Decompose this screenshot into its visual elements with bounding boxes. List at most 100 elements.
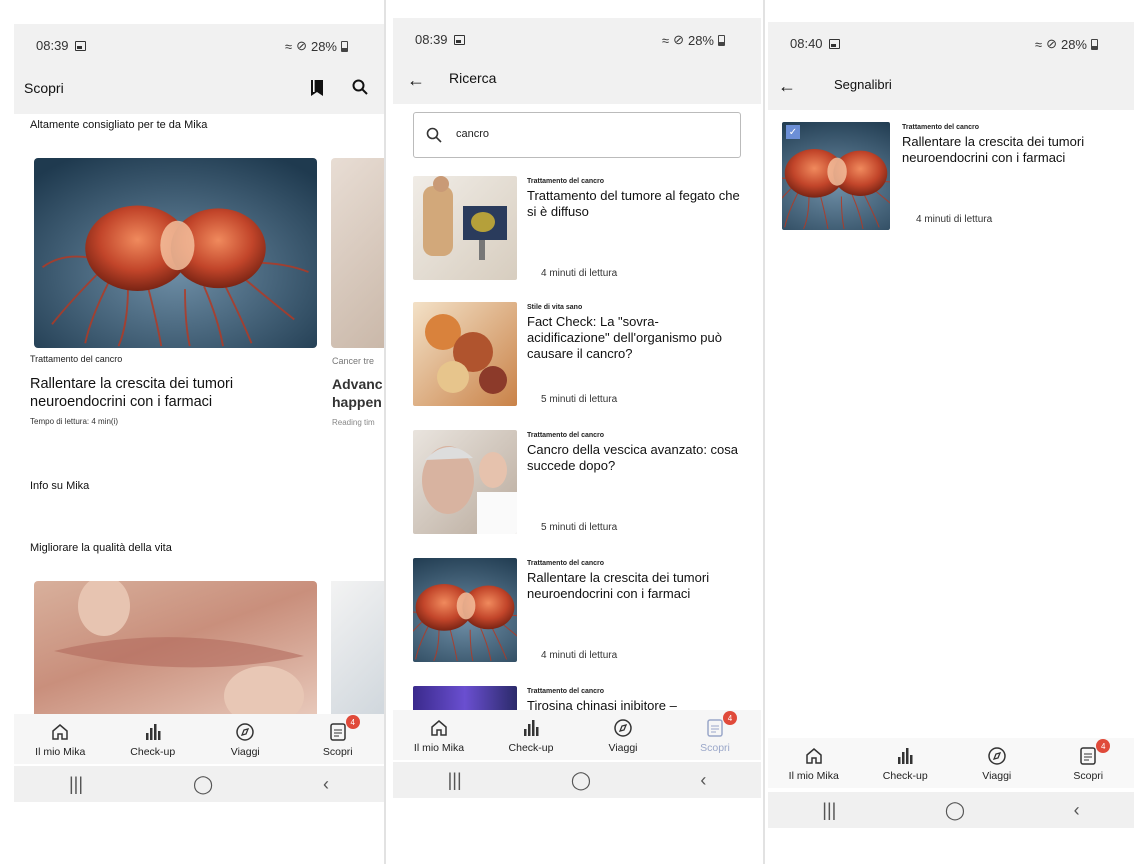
- recent-apps-icon[interactable]: |||: [822, 800, 836, 821]
- nav-item-travel[interactable]: Viaggi: [583, 717, 663, 754]
- status-time: 08:39: [36, 38, 69, 53]
- nav-label: Il mio Mika: [788, 770, 839, 782]
- home-button-icon[interactable]: ◯: [193, 774, 213, 795]
- gallery-icon: [828, 38, 840, 49]
- card-category: Cancer tre: [332, 356, 375, 366]
- nav-label: Scopri: [322, 746, 353, 758]
- nav-item-discover[interactable]: 4 Scopri: [675, 711, 755, 754]
- card-image: [34, 158, 317, 348]
- header: Scopri: [14, 64, 384, 114]
- search-input[interactable]: cancro: [456, 128, 489, 140]
- article-thumbnail: [413, 430, 517, 534]
- article-category: Trattamento del cancro: [527, 688, 605, 695]
- card-image: [331, 158, 384, 348]
- card-category: Trattamento del cancro: [30, 354, 123, 364]
- article-category: Trattamento del cancro: [527, 178, 605, 185]
- search-field[interactable]: cancro: [413, 112, 741, 158]
- notification-badge: 4: [345, 715, 360, 729]
- back-icon[interactable]: ‹: [323, 774, 329, 795]
- nav-item-home[interactable]: Il mio Mika: [774, 745, 854, 782]
- header: ← Segnalibri: [768, 62, 1134, 110]
- back-icon[interactable]: ‹: [700, 770, 706, 791]
- wifi-icon: ≈: [1034, 36, 1043, 52]
- card-title-line: happen: [332, 394, 382, 410]
- screen-search: 08:39 ≈ ⊘ 28% ← Ricerca cancro Trattamen…: [393, 18, 761, 808]
- nav-label: Check-up: [882, 770, 928, 782]
- list-item[interactable]: Trattamento del cancro Rallentare la cre…: [393, 558, 761, 676]
- section-title: Info su Mika: [30, 480, 90, 492]
- compass-icon: [613, 717, 633, 739]
- bookmarked-article[interactable]: ✓ Trattamento del cancro Rallentare la c…: [768, 122, 1134, 240]
- section-title: Altamente consigliato per te da Mika: [30, 119, 208, 131]
- nav-label: Il mio Mika: [35, 746, 86, 758]
- nav-item-travel[interactable]: Viaggi: [205, 721, 285, 758]
- document-icon: [706, 717, 724, 739]
- battery-icon: [718, 34, 725, 46]
- article-thumbnail: [413, 558, 517, 662]
- article-title: Rallentare la crescita dei tumori neuroe…: [527, 570, 710, 601]
- list-item[interactable]: Trattamento del cancro Cancro della vesc…: [393, 430, 761, 548]
- article-reading-time: 4 minuti di lettura: [541, 268, 618, 279]
- article-title: Rallentare la crescita dei tumori neuroe…: [902, 134, 1085, 165]
- system-nav-bar: ||| ◯ ‹: [393, 762, 761, 798]
- status-bar: 08:40 ≈ ⊘ 28%: [768, 22, 1134, 62]
- recent-apps-icon[interactable]: |||: [69, 774, 83, 795]
- article-category: Trattamento del cancro: [527, 560, 605, 567]
- nav-item-home[interactable]: Il mio Mika: [399, 717, 479, 754]
- nav-label: Viaggi: [230, 746, 260, 758]
- nav-label: Check-up: [508, 742, 554, 754]
- document-icon: [1079, 745, 1097, 767]
- nav-item-checkup[interactable]: Check-up: [113, 721, 193, 758]
- article-reading-time: 5 minuti di lettura: [541, 522, 618, 533]
- article-reading-time: 4 minuti di lettura: [916, 214, 993, 225]
- search-icon: [426, 127, 442, 148]
- featured-card[interactable]: Trattamento del cancro Rallentare la cre…: [30, 158, 320, 438]
- home-button-icon[interactable]: ◯: [571, 770, 591, 791]
- home-button-icon[interactable]: ◯: [945, 800, 965, 821]
- header: ← Ricerca: [393, 54, 761, 104]
- screen-bookmarks: 08:40 ≈ ⊘ 28% ← Segnalibri ✓ Trattamento…: [768, 22, 1134, 838]
- wifi-icon: ≈: [284, 38, 293, 54]
- system-nav-bar: ||| ◯ ‹: [14, 766, 384, 802]
- nav-item-discover[interactable]: 4 Scopri: [1048, 739, 1128, 782]
- wifi-icon: ≈: [661, 32, 670, 48]
- back-arrow-icon[interactable]: ←: [778, 76, 796, 97]
- nav-label: Scopri: [1073, 770, 1104, 782]
- dnd-icon: ⊘: [296, 38, 307, 53]
- bar-chart-icon: [895, 745, 915, 767]
- bar-chart-icon: [521, 717, 541, 739]
- back-arrow-icon[interactable]: ←: [407, 70, 425, 91]
- nav-item-home[interactable]: Il mio Mika: [20, 721, 100, 758]
- nav-item-discover[interactable]: 4 Scopri: [298, 715, 378, 758]
- status-bar: 08:39 ≈ ⊘ 28%: [393, 18, 761, 58]
- article-category: Trattamento del cancro: [902, 124, 980, 131]
- peek-card[interactable]: Cancer tre Advanc happen Reading tim: [331, 158, 384, 438]
- home-icon: [804, 745, 824, 767]
- card-title: Rallentare la crescita dei tumori neuroe…: [30, 376, 234, 410]
- recent-apps-icon[interactable]: |||: [448, 770, 462, 791]
- article-thumbnail: [413, 302, 517, 406]
- card-title-line: Advanc: [332, 376, 383, 392]
- article-title: Cancro della vescica avanzato: cosa succ…: [527, 442, 739, 473]
- article-title: Trattamento del tumore al fegato che si …: [527, 188, 740, 219]
- notification-badge: 4: [723, 711, 737, 725]
- system-nav-bar: ||| ◯ ‹: [768, 792, 1134, 828]
- nav-item-checkup[interactable]: Check-up: [491, 717, 571, 754]
- home-icon: [50, 721, 70, 743]
- dnd-icon: ⊘: [673, 32, 684, 47]
- notification-badge: 4: [1096, 739, 1111, 753]
- nav-item-checkup[interactable]: Check-up: [865, 745, 945, 782]
- nav-item-travel[interactable]: Viaggi: [957, 745, 1037, 782]
- back-icon[interactable]: ‹: [1074, 800, 1080, 821]
- quality-peek-image[interactable]: [331, 581, 384, 721]
- nav-label: Viaggi: [982, 770, 1012, 782]
- battery-percent: 28%: [687, 32, 714, 48]
- quality-card-image[interactable]: [34, 581, 317, 721]
- gallery-icon: [453, 34, 465, 45]
- bookmark-icon[interactable]: [310, 79, 324, 100]
- bottom-nav: Il mio Mika Check-up Viaggi 4 Scopri: [14, 714, 384, 764]
- list-item[interactable]: Trattamento del cancro Trattamento del t…: [393, 176, 761, 294]
- search-icon[interactable]: [352, 79, 368, 98]
- article-category: Stile di vita sano: [527, 304, 583, 311]
- list-item[interactable]: Stile di vita sano Fact Check: La "sovra…: [393, 302, 761, 420]
